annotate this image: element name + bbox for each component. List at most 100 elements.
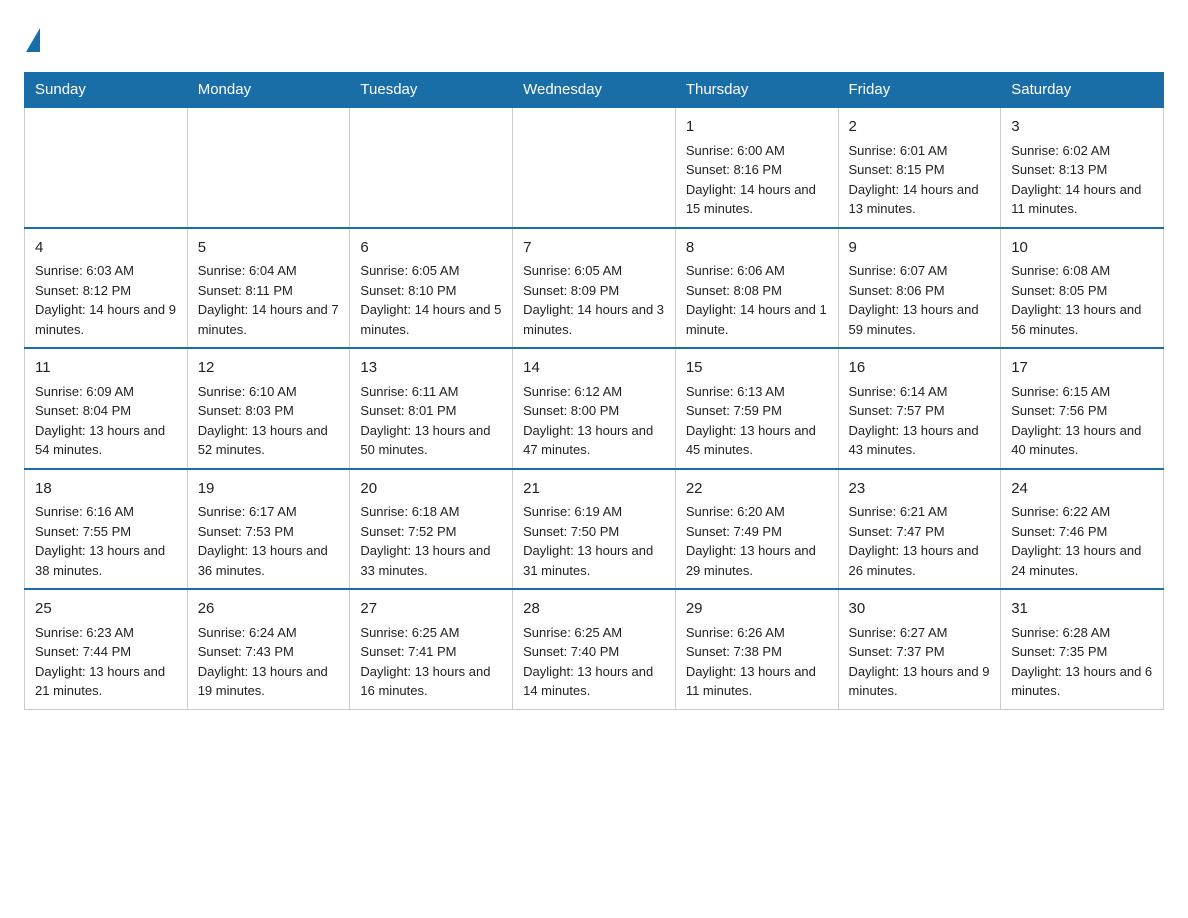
day-number: 23: [849, 478, 991, 501]
day-info: Daylight: 13 hours and 59 minutes.: [849, 300, 991, 339]
day-info: Sunrise: 6:09 AM: [35, 382, 177, 402]
day-info: Daylight: 13 hours and 31 minutes.: [523, 541, 665, 580]
calendar-cell: 4Sunrise: 6:03 AMSunset: 8:12 PMDaylight…: [25, 228, 188, 349]
day-info: Daylight: 13 hours and 29 minutes.: [686, 541, 828, 580]
calendar-cell: [187, 107, 350, 228]
calendar-cell: 23Sunrise: 6:21 AMSunset: 7:47 PMDayligh…: [838, 469, 1001, 590]
day-info: Sunrise: 6:04 AM: [198, 261, 340, 281]
calendar-cell: 1Sunrise: 6:00 AMSunset: 8:16 PMDaylight…: [675, 107, 838, 228]
column-header-saturday: Saturday: [1001, 73, 1164, 108]
day-info: Daylight: 14 hours and 9 minutes.: [35, 300, 177, 339]
day-info: Daylight: 14 hours and 1 minute.: [686, 300, 828, 339]
day-info: Sunrise: 6:15 AM: [1011, 382, 1153, 402]
day-number: 28: [523, 598, 665, 621]
day-info: Sunset: 8:03 PM: [198, 401, 340, 421]
day-info: Sunset: 8:04 PM: [35, 401, 177, 421]
day-info: Sunset: 7:53 PM: [198, 522, 340, 542]
calendar-cell: 11Sunrise: 6:09 AMSunset: 8:04 PMDayligh…: [25, 348, 188, 469]
day-info: Sunrise: 6:06 AM: [686, 261, 828, 281]
day-number: 19: [198, 478, 340, 501]
day-number: 6: [360, 237, 502, 260]
calendar-cell: 17Sunrise: 6:15 AMSunset: 7:56 PMDayligh…: [1001, 348, 1164, 469]
day-number: 9: [849, 237, 991, 260]
day-info: Sunset: 7:43 PM: [198, 642, 340, 662]
day-info: Daylight: 13 hours and 40 minutes.: [1011, 421, 1153, 460]
day-info: Daylight: 13 hours and 54 minutes.: [35, 421, 177, 460]
day-info: Sunrise: 6:28 AM: [1011, 623, 1153, 643]
calendar-cell: 14Sunrise: 6:12 AMSunset: 8:00 PMDayligh…: [513, 348, 676, 469]
day-info: Daylight: 13 hours and 50 minutes.: [360, 421, 502, 460]
day-info: Sunset: 8:10 PM: [360, 281, 502, 301]
day-number: 1: [686, 116, 828, 139]
day-info: Sunset: 7:41 PM: [360, 642, 502, 662]
day-info: Sunset: 7:35 PM: [1011, 642, 1153, 662]
day-info: Daylight: 13 hours and 6 minutes.: [1011, 662, 1153, 701]
calendar-header-row: SundayMondayTuesdayWednesdayThursdayFrid…: [25, 73, 1164, 108]
day-info: Daylight: 13 hours and 47 minutes.: [523, 421, 665, 460]
calendar-cell: 5Sunrise: 6:04 AMSunset: 8:11 PMDaylight…: [187, 228, 350, 349]
calendar-cell: [513, 107, 676, 228]
day-info: Daylight: 13 hours and 19 minutes.: [198, 662, 340, 701]
day-info: Sunset: 7:57 PM: [849, 401, 991, 421]
day-number: 21: [523, 478, 665, 501]
calendar-cell: 27Sunrise: 6:25 AMSunset: 7:41 PMDayligh…: [350, 589, 513, 709]
calendar-cell: 2Sunrise: 6:01 AMSunset: 8:15 PMDaylight…: [838, 107, 1001, 228]
day-info: Sunrise: 6:05 AM: [523, 261, 665, 281]
day-number: 12: [198, 357, 340, 380]
day-info: Daylight: 14 hours and 13 minutes.: [849, 180, 991, 219]
calendar-cell: 31Sunrise: 6:28 AMSunset: 7:35 PMDayligh…: [1001, 589, 1164, 709]
day-info: Sunrise: 6:00 AM: [686, 141, 828, 161]
calendar-cell: 3Sunrise: 6:02 AMSunset: 8:13 PMDaylight…: [1001, 107, 1164, 228]
day-info: Sunrise: 6:23 AM: [35, 623, 177, 643]
day-info: Sunrise: 6:25 AM: [360, 623, 502, 643]
day-info: Daylight: 13 hours and 52 minutes.: [198, 421, 340, 460]
day-info: Daylight: 13 hours and 16 minutes.: [360, 662, 502, 701]
calendar-cell: [25, 107, 188, 228]
calendar-cell: 7Sunrise: 6:05 AMSunset: 8:09 PMDaylight…: [513, 228, 676, 349]
day-info: Sunrise: 6:08 AM: [1011, 261, 1153, 281]
page-header: [24, 24, 1164, 52]
day-info: Daylight: 14 hours and 5 minutes.: [360, 300, 502, 339]
day-info: Daylight: 13 hours and 33 minutes.: [360, 541, 502, 580]
day-info: Sunrise: 6:12 AM: [523, 382, 665, 402]
day-info: Sunset: 8:01 PM: [360, 401, 502, 421]
day-number: 14: [523, 357, 665, 380]
day-number: 26: [198, 598, 340, 621]
day-info: Daylight: 14 hours and 7 minutes.: [198, 300, 340, 339]
day-info: Sunrise: 6:07 AM: [849, 261, 991, 281]
day-number: 20: [360, 478, 502, 501]
day-number: 18: [35, 478, 177, 501]
day-number: 13: [360, 357, 502, 380]
day-info: Sunset: 8:00 PM: [523, 401, 665, 421]
column-header-sunday: Sunday: [25, 73, 188, 108]
day-number: 2: [849, 116, 991, 139]
calendar-cell: 6Sunrise: 6:05 AMSunset: 8:10 PMDaylight…: [350, 228, 513, 349]
day-info: Daylight: 13 hours and 38 minutes.: [35, 541, 177, 580]
day-info: Sunset: 8:13 PM: [1011, 160, 1153, 180]
day-info: Sunset: 8:16 PM: [686, 160, 828, 180]
day-info: Sunrise: 6:22 AM: [1011, 502, 1153, 522]
calendar-cell: 12Sunrise: 6:10 AMSunset: 8:03 PMDayligh…: [187, 348, 350, 469]
day-info: Sunrise: 6:14 AM: [849, 382, 991, 402]
day-info: Daylight: 13 hours and 11 minutes.: [686, 662, 828, 701]
day-info: Sunset: 8:12 PM: [35, 281, 177, 301]
calendar-table: SundayMondayTuesdayWednesdayThursdayFrid…: [24, 72, 1164, 710]
calendar-week-row: 4Sunrise: 6:03 AMSunset: 8:12 PMDaylight…: [25, 228, 1164, 349]
day-info: Sunset: 7:49 PM: [686, 522, 828, 542]
day-number: 27: [360, 598, 502, 621]
day-info: Sunset: 7:50 PM: [523, 522, 665, 542]
day-info: Daylight: 13 hours and 26 minutes.: [849, 541, 991, 580]
calendar-cell: [350, 107, 513, 228]
column-header-thursday: Thursday: [675, 73, 838, 108]
day-info: Sunset: 7:40 PM: [523, 642, 665, 662]
calendar-cell: 13Sunrise: 6:11 AMSunset: 8:01 PMDayligh…: [350, 348, 513, 469]
day-number: 16: [849, 357, 991, 380]
day-number: 15: [686, 357, 828, 380]
column-header-friday: Friday: [838, 73, 1001, 108]
day-info: Sunset: 7:38 PM: [686, 642, 828, 662]
calendar-cell: 28Sunrise: 6:25 AMSunset: 7:40 PMDayligh…: [513, 589, 676, 709]
day-info: Sunrise: 6:20 AM: [686, 502, 828, 522]
day-info: Sunset: 7:59 PM: [686, 401, 828, 421]
calendar-cell: 26Sunrise: 6:24 AMSunset: 7:43 PMDayligh…: [187, 589, 350, 709]
day-info: Sunset: 8:11 PM: [198, 281, 340, 301]
